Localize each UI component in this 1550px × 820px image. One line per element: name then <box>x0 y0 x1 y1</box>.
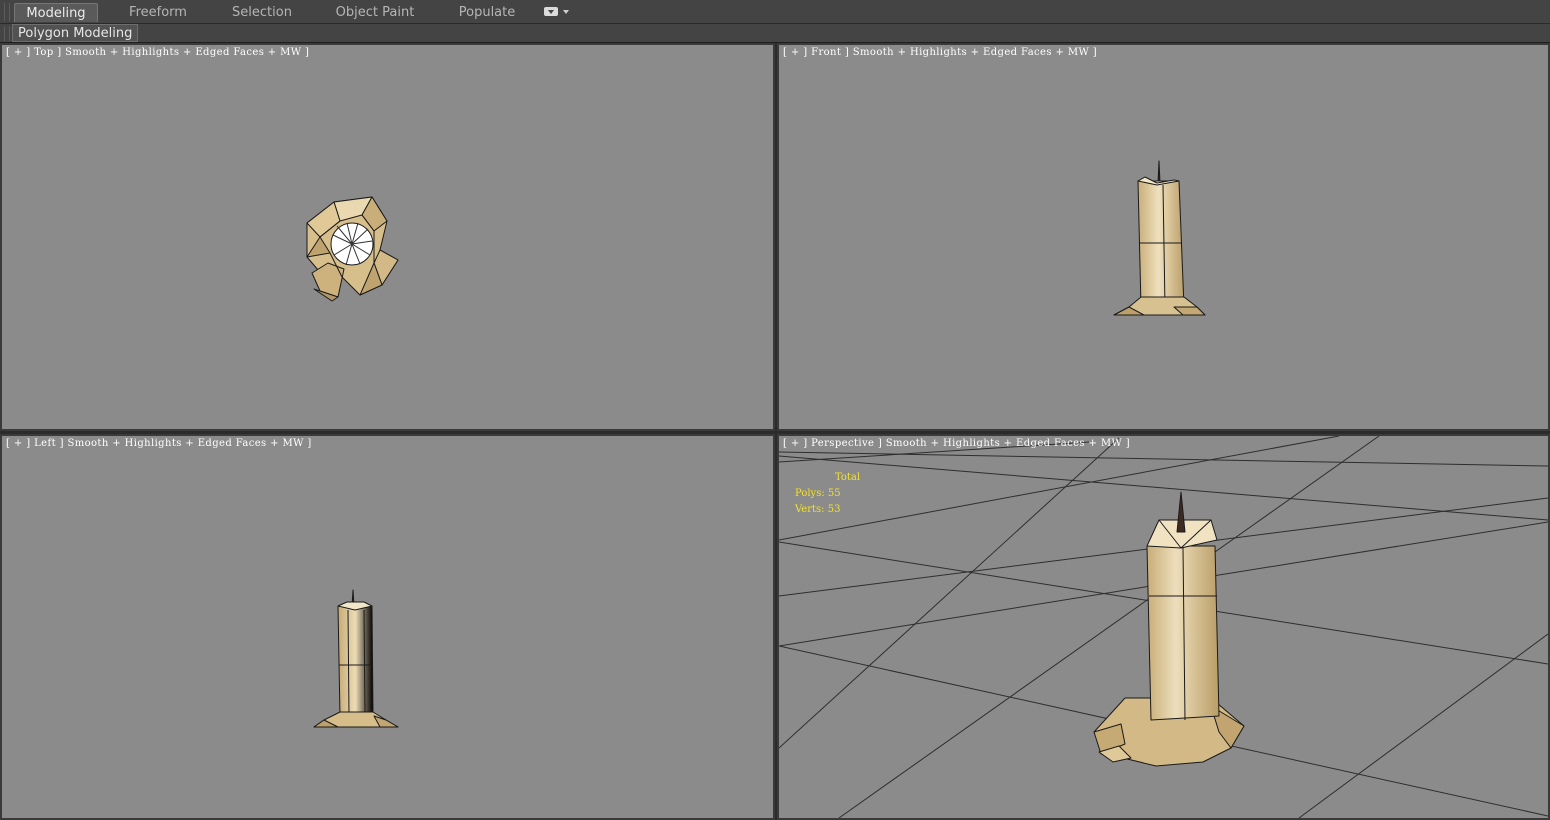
tab-object-paint[interactable]: Object Paint <box>328 3 422 22</box>
panel-grip[interactable] <box>4 26 10 41</box>
ribbon-tabs: Modeling Freeform Selection Object Paint… <box>0 0 1550 24</box>
ribbon-options-dropdown[interactable] <box>544 6 570 18</box>
viewport-label-perspective[interactable]: [ + ] Perspective ] Smooth + Highlights … <box>783 438 1130 449</box>
viewport-left[interactable]: [ + ] Left ] Smooth + Highlights + Edged… <box>0 434 775 820</box>
stats-polys: Polys: 55 <box>795 488 841 499</box>
chevron-down-icon <box>563 10 569 14</box>
viewport-front[interactable]: [ + ] Front ] Smooth + Highlights + Edge… <box>777 43 1550 431</box>
ribbon-grip[interactable] <box>4 3 10 21</box>
ribbon-panel-bar: Polygon Modeling <box>0 24 1550 43</box>
perspective-grid-and-candle <box>779 436 1548 818</box>
candle-left-view <box>313 589 399 728</box>
tab-populate[interactable]: Populate <box>448 3 526 22</box>
viewport-perspective[interactable]: [ + ] Perspective ] Smooth + Highlights … <box>777 434 1550 820</box>
viewport-top[interactable]: [ + ] Top ] Smooth + Highlights + Edged … <box>0 43 775 431</box>
candle-front-view <box>1113 160 1206 316</box>
stats-title: Total <box>835 472 861 483</box>
tab-freeform[interactable]: Freeform <box>116 3 200 22</box>
stats-verts: Verts: 53 <box>795 504 841 515</box>
ribbon-options-icon <box>544 7 558 16</box>
tab-modeling[interactable]: Modeling <box>14 3 98 22</box>
polygon-modeling-button[interactable]: Polygon Modeling <box>12 24 139 42</box>
tab-selection[interactable]: Selection <box>220 3 304 22</box>
candle-top-view <box>306 196 399 302</box>
candle-perspective <box>1093 491 1245 767</box>
